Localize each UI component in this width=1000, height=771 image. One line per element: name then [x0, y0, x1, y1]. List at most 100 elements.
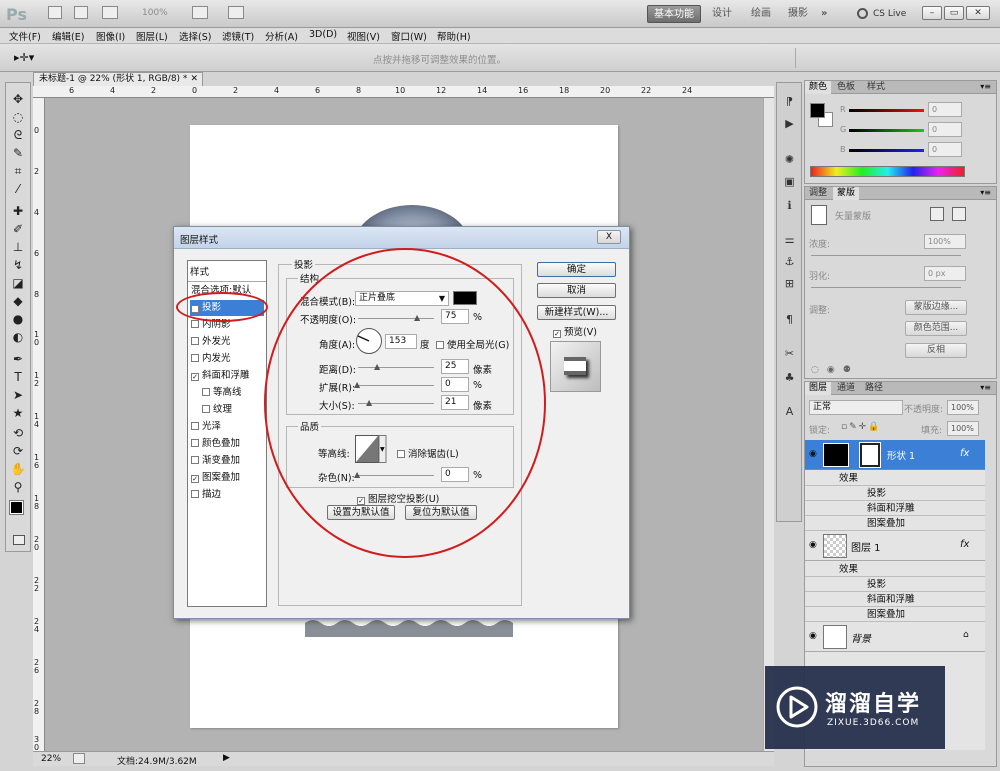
- visibility-eye-icon[interactable]: ◉: [809, 540, 817, 550]
- foreground-color-swatch[interactable]: [9, 500, 24, 515]
- invert-button[interactable]: 反相: [905, 343, 967, 358]
- checkbox[interactable]: [191, 439, 199, 447]
- checkbox[interactable]: [191, 354, 199, 362]
- tab-color[interactable]: 颜色: [805, 81, 832, 94]
- checkbox[interactable]: ✓: [191, 475, 199, 483]
- pixel-mask-icon[interactable]: [930, 207, 944, 221]
- tab-adjustments[interactable]: 调整: [805, 187, 831, 200]
- tab-swatches[interactable]: 色板: [833, 81, 859, 94]
- character-icon[interactable]: ⚌: [781, 233, 798, 247]
- path-select-icon[interactable]: ➤: [9, 387, 27, 403]
- opacity-value[interactable]: 100%: [947, 400, 979, 415]
- shape-tool-icon[interactable]: ★: [9, 405, 27, 421]
- menu-image[interactable]: 图像(I): [96, 29, 125, 43]
- checkbox[interactable]: [202, 405, 210, 413]
- screen-mode-icon[interactable]: [228, 6, 244, 19]
- tab-channels[interactable]: 通道: [833, 382, 859, 395]
- more-workspaces-button[interactable]: »: [815, 5, 833, 23]
- vector-mask-icon[interactable]: [952, 207, 966, 221]
- checkbox[interactable]: [191, 422, 199, 430]
- style-contour[interactable]: 等高线: [190, 385, 264, 401]
- layer-row-layer1[interactable]: ◉ 图层 1 fx: [805, 531, 985, 561]
- menu-layer[interactable]: 图层(L): [136, 29, 168, 43]
- lock-icons[interactable]: ▫✎✛🔒: [841, 422, 881, 432]
- minibridge-icon[interactable]: [74, 6, 88, 19]
- cancel-button[interactable]: 取消: [537, 283, 616, 298]
- mask-edge-button[interactable]: 蒙版边缘...: [905, 300, 967, 315]
- dialog-close-button[interactable]: X: [597, 230, 621, 244]
- visibility-eye-icon[interactable]: ◉: [809, 631, 817, 641]
- tab-layers[interactable]: 图层: [805, 382, 832, 395]
- tab-paths[interactable]: 路径: [861, 382, 887, 395]
- info-icon[interactable]: ℹ: [781, 199, 798, 213]
- workspace-painting[interactable]: 绘画: [745, 5, 777, 23]
- preview-checkbox[interactable]: ✓ 预览(V): [553, 324, 597, 338]
- close-doc-icon[interactable]: ✕: [190, 73, 198, 86]
- history-brush-icon[interactable]: ↯: [9, 257, 27, 273]
- layer-row-shape1[interactable]: ◉ 形状 1 fx: [805, 440, 985, 470]
- document-tab[interactable]: 未标题-1 @ 22% (形状 1, RGB/8) * ✕: [33, 72, 203, 86]
- g-slider[interactable]: [849, 129, 924, 132]
- cslive-menu[interactable]: CS Live: [873, 9, 906, 19]
- style-texture[interactable]: 纹理: [190, 402, 264, 418]
- b-slider[interactable]: [849, 149, 924, 152]
- tab-masks[interactable]: 蒙版: [833, 187, 860, 200]
- checkbox[interactable]: [191, 320, 199, 328]
- r-slider[interactable]: [849, 109, 924, 112]
- type-panel-icon[interactable]: A: [781, 405, 798, 419]
- eraser-tool-icon[interactable]: ◪: [9, 275, 27, 291]
- fill-value[interactable]: 100%: [947, 421, 979, 436]
- g-value[interactable]: 0: [928, 122, 962, 137]
- menu-window[interactable]: 窗口(W): [391, 29, 427, 43]
- healing-brush-icon[interactable]: ✚: [9, 203, 27, 219]
- zoom-level-menu[interactable]: 100%: [142, 8, 168, 18]
- new-style-button[interactable]: 新建样式(W)...: [537, 305, 616, 320]
- color-range-button[interactable]: 颜色范围...: [905, 321, 967, 336]
- paragraph-settings-icon[interactable]: ⊞: [781, 277, 798, 291]
- density-slider[interactable]: [811, 255, 961, 256]
- fg-color-swatch[interactable]: [810, 103, 825, 118]
- 3d-orbit-icon[interactable]: ⟳: [9, 443, 27, 459]
- eyedropper-icon[interactable]: ⁄: [9, 181, 27, 197]
- tools-preset-icon[interactable]: ⚓: [781, 255, 798, 269]
- move-tool-icon[interactable]: ▸✛▾: [14, 51, 34, 64]
- style-inner-glow[interactable]: 内发光: [190, 351, 264, 367]
- fx-icon[interactable]: fx: [960, 448, 969, 459]
- density-value[interactable]: 100%: [924, 234, 966, 249]
- workspace-essentials[interactable]: 基本功能: [647, 5, 701, 23]
- checkbox[interactable]: [191, 490, 199, 498]
- blend-mode-select[interactable]: 正常: [809, 400, 903, 415]
- minimize-button[interactable]: –: [922, 6, 942, 20]
- color-ramp[interactable]: [810, 166, 965, 177]
- effect-pattern-overlay[interactable]: 图案叠加: [805, 607, 985, 622]
- ok-button[interactable]: 确定: [537, 262, 616, 277]
- quick-select-icon[interactable]: ✎: [9, 145, 27, 161]
- move-tool-icon[interactable]: ✥: [9, 91, 27, 107]
- checkbox[interactable]: [191, 456, 199, 464]
- layer-row-background[interactable]: ◉ 背景 ⌂: [805, 622, 985, 652]
- status-menu-arrow[interactable]: ▶: [223, 753, 230, 763]
- dodge-tool-icon[interactable]: ◐: [9, 329, 27, 345]
- clone-source-icon[interactable]: ▣: [781, 175, 798, 189]
- close-window-button[interactable]: ✕: [966, 6, 990, 20]
- restore-button[interactable]: ▭: [944, 6, 964, 20]
- actions-icon[interactable]: ▶: [781, 117, 798, 131]
- marquee-tool-icon[interactable]: ◌: [9, 109, 27, 125]
- feather-slider[interactable]: [811, 287, 961, 288]
- panel-menu-icon[interactable]: ▾≡: [980, 188, 991, 197]
- status-icon[interactable]: [73, 753, 85, 764]
- history-icon[interactable]: ⁋: [781, 95, 798, 109]
- visibility-eye-icon[interactable]: ◉: [809, 449, 817, 459]
- checkbox[interactable]: ✓: [553, 330, 561, 338]
- workspace-photography[interactable]: 摄影: [782, 5, 814, 23]
- lasso-tool-icon[interactable]: ᘓ: [9, 127, 27, 143]
- r-value[interactable]: 0: [928, 102, 962, 117]
- layer-name[interactable]: 图层 1: [851, 539, 881, 554]
- zoom-tool-icon[interactable]: ⚲: [9, 479, 27, 495]
- effect-drop-shadow[interactable]: 投影: [805, 577, 985, 592]
- panel-menu-icon[interactable]: ▾≡: [980, 383, 991, 392]
- style-satin[interactable]: 光泽: [190, 419, 264, 435]
- effect-bevel[interactable]: 斜面和浮雕: [805, 592, 985, 607]
- panel-menu-icon[interactable]: ▾≡: [980, 82, 991, 91]
- menu-edit[interactable]: 编辑(E): [52, 29, 84, 43]
